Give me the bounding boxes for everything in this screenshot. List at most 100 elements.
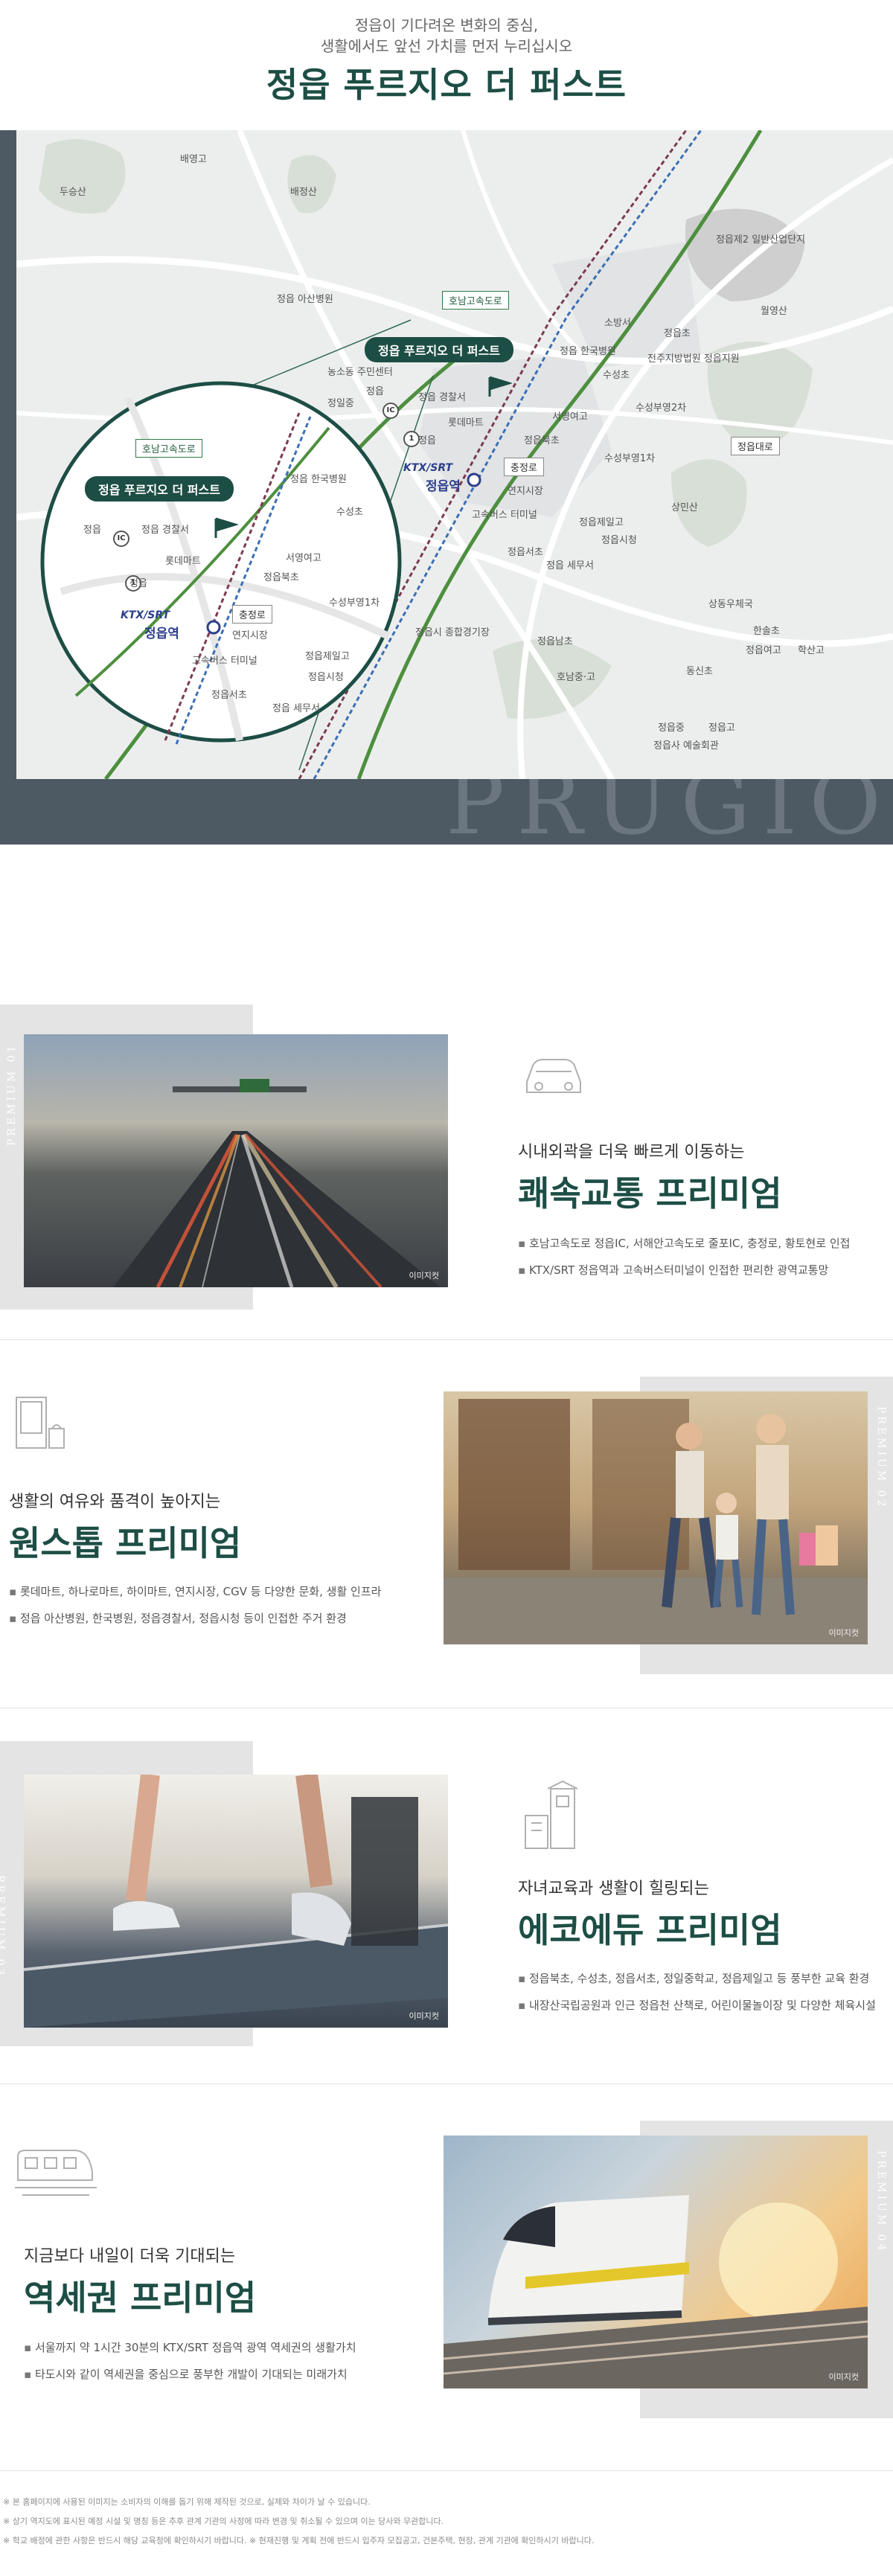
section-bullet: 타도시와 같이 역세권을 중심으로 풍부한 개발이 기대되는 미래가치 xyxy=(24,2366,348,2382)
section-subtitle: 자녀교육과 생활이 힐링되는 xyxy=(518,1880,709,1898)
map-label: 고속버스 터미널 xyxy=(472,510,537,521)
premium-tag: PREMIUM 03 xyxy=(0,1875,6,1979)
hero-line-1: 정읍이 기다려온 변화의 중심, xyxy=(354,16,539,34)
map-label: 동신초 xyxy=(686,666,713,677)
map-label: 정읍제일고 xyxy=(579,517,624,528)
ktx-logo-zoom: KTX/SRT xyxy=(121,609,170,621)
disclaimer-note: ※ 상기 역지도에 표시된 예정 시설 및 명칭 등은 추후 관계 기관의 사정… xyxy=(3,2516,444,2526)
map-label: 배영고 xyxy=(180,154,207,165)
zoom-label: 연지시장 xyxy=(232,630,268,641)
photo-caption: 이미지컷 xyxy=(828,2372,859,2382)
map-label: 정읍서초 xyxy=(508,547,543,558)
map-label: 두승산 xyxy=(60,187,86,198)
zoom-label: 수성부영1차 xyxy=(329,597,380,609)
zoom-label: 고속버스 터미널 xyxy=(192,656,257,667)
map-label: 정읍시 종합경기장 xyxy=(415,627,490,638)
zoom-label: 수성초 xyxy=(336,507,363,518)
treadmill-illustration xyxy=(24,1775,448,2028)
premium-section-4: PREMIUM 04 이미지컷 지금보다 내일이 더욱 기대되는 역세권 프리미… xyxy=(0,2106,893,2441)
section-heading: 원스톱 프리미엄 xyxy=(9,1523,242,1563)
road-tag-honam: 호남고속도로 xyxy=(442,291,509,310)
section-bullet: 정읍북초, 수성초, 정읍서초, 정일중학교, 정읍제일고 등 풍부한 교육 환… xyxy=(518,1970,869,1986)
map-label: 소방서 xyxy=(604,318,631,329)
section-divider xyxy=(0,1339,893,1340)
map-label: 정읍 아산병원 xyxy=(277,294,333,305)
road-tag-jeongeupdae: 정읍대로 xyxy=(731,437,780,455)
zoom-label: 정읍 xyxy=(83,525,101,536)
highway-photo: 이미지컷 xyxy=(24,1034,448,1287)
shop-icon xyxy=(16,1397,65,1449)
section-bullet: KTX/SRT 정읍역과 고속버스터미널이 인접한 편리한 광역교통망 xyxy=(518,1262,828,1278)
zoom-label: 롯데마트 xyxy=(165,556,201,567)
section-subtitle: 시내외곽을 더욱 빠르게 이동하는 xyxy=(518,1143,745,1162)
section-subtitle: 생활의 여유와 품격이 높아지는 xyxy=(9,1493,221,1511)
map-label: 정읍시청 xyxy=(601,535,637,546)
disclaimer-note: ※ 본 홈페이지에 사용된 이미지는 소비자의 이해를 돕기 위해 제작된 것으… xyxy=(3,2497,371,2507)
photo-caption: 이미지컷 xyxy=(409,2011,439,2021)
section-subtitle: 지금보다 내일이 더욱 기대되는 xyxy=(24,2247,236,2266)
site-pill-main: 정읍 푸르지오 더 퍼스트 xyxy=(365,337,513,362)
station-label-zoom: 정읍역 xyxy=(144,627,179,641)
photo-caption: 이미지컷 xyxy=(409,1271,439,1281)
map-label: 수성부영2차 xyxy=(636,403,687,414)
hero: 정읍이 기다려온 변화의 중심, 생활에서도 앞선 가치를 먼저 누리십시오 정… xyxy=(0,0,893,130)
ic-badge: IC xyxy=(383,403,399,419)
premium-tag: PREMIUM 02 xyxy=(875,1406,887,1510)
zoom-label: 정읍 한국병원 xyxy=(290,474,347,485)
map-label: 서영여고 xyxy=(552,411,588,423)
zoom-label: 정읍서초 xyxy=(211,690,247,701)
hero-line-2: 생활에서도 앞선 가치를 먼저 누리십시오 xyxy=(320,37,573,55)
site-flag-icon xyxy=(488,376,512,397)
section-divider xyxy=(0,2083,893,2084)
zoom-label: 정읍 경찰서 xyxy=(141,525,189,536)
map-label: 한솔초 xyxy=(753,626,780,637)
map-label: 전주지방법원 정읍지원 xyxy=(647,353,740,365)
section-heading: 역세권 프리미엄 xyxy=(24,2278,257,2318)
site-flag-zoom-icon xyxy=(214,517,238,538)
road-tag-honam-zoom: 호남고속도로 xyxy=(135,439,202,458)
section-divider xyxy=(0,2470,893,2471)
map-label: 농소동 주민센터 xyxy=(327,367,393,378)
train-illustration xyxy=(444,2195,868,2388)
disclaimer-notes: ※ 본 홈페이지에 사용된 이미지는 소비자의 이해를 돕기 위해 제작된 것으… xyxy=(0,2493,893,2551)
road-tag-jungjeong-zoom: 충정로 xyxy=(232,605,272,624)
section-heading: 쾌속교통 프리미엄 xyxy=(518,1173,782,1214)
site-pill-zoom: 정읍 푸르지오 더 퍼스트 xyxy=(85,476,234,502)
map-label: 정읍 한국병원 xyxy=(560,346,616,357)
map-label: 정읍초 xyxy=(664,328,691,339)
map-label: 정읍 xyxy=(366,386,384,397)
family-photo: 이미지컷 xyxy=(444,1391,868,1644)
map-label: 정읍 xyxy=(418,435,436,446)
zoom-label: 정읍시청 xyxy=(308,672,344,683)
map-label: 월영산 xyxy=(761,306,787,317)
premium-tag: PREMIUM 01 xyxy=(6,1042,18,1146)
section-bullet: 호남고속도로 정읍IC, 서해안고속도로 줄포IC, 충정로, 황토현로 인접 xyxy=(518,1235,851,1251)
page-title: 정읍 푸르지오 더 퍼스트 xyxy=(266,65,627,105)
map-label: 정읍사 예술회관 xyxy=(653,740,719,752)
map-label: 상동우체국 xyxy=(708,599,753,610)
zoom-label: 정읍 세무서 xyxy=(272,703,320,714)
premium-section-3: PREMIUM 03 이미지컷 자녀교육과 생활이 힐링되는 에코에듀 프리미엄… xyxy=(0,1734,893,2061)
ktx-logo: KTX/SRT xyxy=(403,462,453,474)
zoom-label: 정읍제일고 xyxy=(305,651,350,662)
ic-badge-zoom: IC xyxy=(113,531,129,547)
map-label: 수성초 xyxy=(603,370,630,381)
photo-caption: 이미지컷 xyxy=(828,1628,859,1638)
zoom-label: 서영여고 xyxy=(286,553,321,564)
map-label: 수성부영1차 xyxy=(604,453,656,464)
map-label: 정읍제2 일반산업단지 xyxy=(716,234,806,246)
section-bullet: 내장산국립공원과 인근 정읍천 산책로, 어린이물놀이장 및 다양한 체육시설 xyxy=(518,1997,876,2013)
highway-illustration xyxy=(113,1079,441,1287)
treadmill-photo: 이미지컷 xyxy=(24,1775,448,2028)
map-label: 정읍북초 xyxy=(524,435,560,446)
map-label: 호남중·고 xyxy=(557,672,595,683)
section-bullet: 롯데마트, 하나로마트, 하이마트, 연지시장, CGV 등 다양한 문화, 생… xyxy=(9,1583,382,1599)
location-map-section: PRUGIO 정읍 푸르지오 더 퍼스트 정읍 푸르지오 더 퍼스트 호남고속도… xyxy=(0,130,893,854)
map-label: 정일중 xyxy=(327,398,354,409)
map-label: 정읍고 xyxy=(708,723,735,734)
disclaimer-note: ※ 학교 배정에 관한 사항은 반드시 해당 교육청에 확인하시기 바랍니다. … xyxy=(3,2536,595,2545)
zoom-label: 정읍 xyxy=(129,578,147,589)
map-label: 롯데마트 xyxy=(448,417,484,429)
map-label: 정읍 경찰서 xyxy=(418,392,466,403)
section-bullet: 서울까지 약 1시간 30분의 KTX/SRT 정읍역 광역 역세권의 생활가치 xyxy=(24,2339,356,2355)
